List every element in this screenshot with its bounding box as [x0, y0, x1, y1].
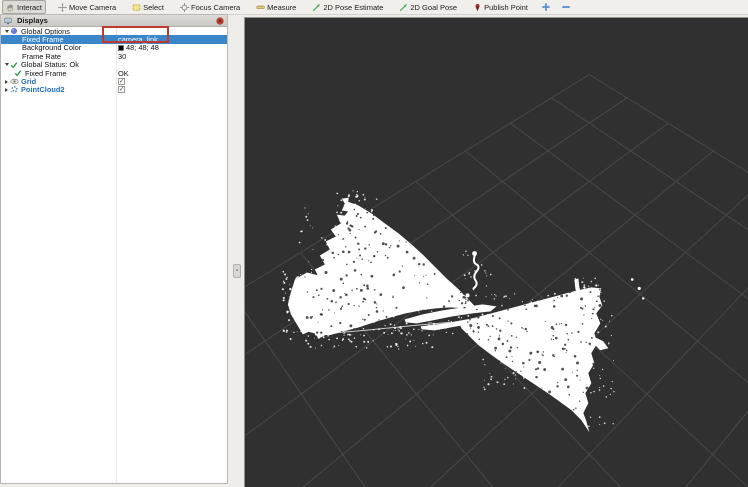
tree-row-pointcloud2[interactable]: PointCloud2 ✓ [1, 86, 227, 94]
annotation-highlight-box [102, 26, 169, 43]
panel-splitter-handle[interactable] [233, 264, 241, 278]
tool-label: Interact [17, 3, 42, 12]
add-tool-button[interactable] [540, 2, 552, 12]
tool-select[interactable]: Select [128, 0, 168, 14]
tool-2d-pose-estimate[interactable]: 2D Pose Estimate [308, 0, 387, 14]
displays-panel: Displays Global OptionsFixed Framecamera… [0, 14, 228, 484]
tool-publish-point[interactable]: Publish Point [469, 0, 532, 14]
pin-icon [473, 3, 482, 12]
tool-label: 2D Pose Estimate [323, 3, 383, 12]
toolbar: Interact Move Camera Select Focus Camera Mea… [0, 0, 748, 15]
3d-viewport[interactable] [244, 17, 748, 487]
tool-focus-camera[interactable]: Focus Camera [176, 0, 244, 14]
value-text: OK [118, 69, 129, 78]
pointcloud-icon [10, 85, 20, 94]
close-panel-button[interactable] [216, 17, 224, 25]
tool-interact[interactable]: Interact [2, 0, 46, 14]
select-icon [132, 3, 141, 12]
value-text: 48; 48; 48 [126, 43, 159, 52]
tool-label: Publish Point [484, 3, 528, 12]
tool-label: Focus Camera [191, 3, 240, 12]
chevron-down-icon[interactable] [3, 63, 10, 66]
remove-tool-button[interactable] [560, 2, 572, 12]
measure-icon [256, 3, 265, 12]
panel-title: Displays [17, 16, 216, 25]
globe-icon [10, 27, 20, 35]
tool-move-camera[interactable]: Move Camera [54, 0, 120, 14]
tool-measure[interactable]: Measure [252, 0, 300, 14]
tree-label: PointCloud2 [21, 85, 65, 94]
chevron-down-icon[interactable] [3, 30, 10, 33]
chevron-right-icon[interactable] [3, 88, 10, 92]
tool-label: Measure [267, 3, 296, 12]
enabled-checkbox[interactable]: ✓ [118, 78, 125, 85]
pose-arrow-icon [312, 3, 321, 12]
enabled-checkbox[interactable]: ✓ [118, 86, 125, 93]
3d-scene [245, 18, 748, 487]
close-icon [216, 17, 224, 25]
focus-icon [180, 3, 189, 12]
move-icon [58, 3, 67, 12]
chevron-right-icon[interactable] [3, 80, 10, 84]
displays-icon [4, 17, 14, 25]
tree-value[interactable]: 30 [118, 52, 126, 60]
check-icon [14, 69, 24, 77]
tree-column-divider [116, 26, 117, 483]
hand-icon [6, 3, 15, 12]
tool-label: 2D Goal Pose [410, 3, 457, 12]
tree-value[interactable]: ✓ [118, 77, 125, 85]
tool-2d-goal-pose[interactable]: 2D Goal Pose [395, 0, 461, 14]
tree-value[interactable]: OK [118, 69, 129, 77]
tool-label: Move Camera [69, 3, 116, 12]
check-icon [10, 61, 20, 69]
value-text: 30 [118, 52, 126, 61]
tool-label: Select [143, 3, 164, 12]
tree-value[interactable]: ✓ [118, 86, 125, 94]
goal-arrow-icon [399, 3, 408, 12]
color-swatch [118, 45, 124, 51]
